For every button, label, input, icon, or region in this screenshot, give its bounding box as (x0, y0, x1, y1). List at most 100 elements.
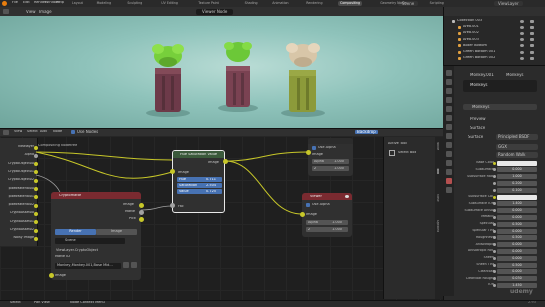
workspace-tab-uv-editing[interactable]: UV Editing (159, 1, 180, 6)
properties-tab-view-layer-icon[interactable] (446, 97, 452, 103)
hsv-out-socket[interactable] (223, 159, 228, 164)
output-socket[interactable] (34, 178, 38, 183)
hsv-in-fac-socket[interactable] (170, 203, 175, 208)
prop-field[interactable]: 0.000 (497, 269, 537, 275)
outliner-row[interactable]: Collection 003 (457, 19, 482, 23)
properties-tab-scene-icon[interactable] (446, 106, 452, 112)
properties-tab-texture-icon[interactable] (446, 187, 452, 193)
render-camera-icon[interactable] (530, 25, 534, 29)
workspace-tab-texture-paint[interactable]: Texture Paint (196, 1, 221, 6)
crypto-remove-eyedropper-icon[interactable] (131, 262, 137, 268)
outliner-row[interactable]: Area.001 (463, 25, 479, 29)
workspace-tab-modeling[interactable]: Modeling (95, 1, 114, 6)
prop-field[interactable]: 0.500 (497, 221, 537, 227)
menu-help[interactable]: Help (56, 1, 64, 5)
node-menu-node[interactable]: Node (53, 130, 62, 134)
sidebar-tab-node[interactable]: Node (436, 142, 439, 150)
viewer-eye-icon[interactable] (345, 195, 349, 198)
prop-field[interactable]: 0.000 (497, 228, 537, 234)
properties-tab-modifiers-icon[interactable] (446, 133, 452, 139)
render-camera-icon[interactable] (530, 56, 534, 60)
visibility-eye-icon[interactable] (520, 31, 524, 35)
outliner-row[interactable]: Area.003 (463, 38, 479, 42)
prop-field[interactable]: 0.000 (497, 248, 537, 254)
visibility-eye-icon[interactable] (520, 19, 524, 23)
workspace-tab-animation[interactable]: Animation (270, 1, 290, 6)
properties-tab-constraints-icon[interactable] (446, 160, 452, 166)
crypto-out-pick-socket[interactable] (139, 217, 144, 222)
sidebar-tab-options[interactable]: Options (436, 220, 439, 232)
outliner-row[interactable]: Boxer Bottom (463, 44, 487, 48)
prop-socket-dot[interactable] (493, 263, 496, 267)
properties-tab-material-icon[interactable] (446, 178, 452, 184)
prop-field[interactable] (497, 160, 537, 166)
node-menu-select[interactable]: Select (27, 130, 38, 134)
composite-header[interactable] (308, 138, 353, 144)
viewer-in-image-socket[interactable] (300, 212, 305, 217)
active-tool-item[interactable]: Select Box (398, 151, 416, 155)
output-socket[interactable] (34, 211, 38, 216)
prop-socket-dot[interactable] (493, 249, 496, 253)
properties-tab-output-icon[interactable] (446, 88, 452, 94)
properties-tab-object-icon[interactable] (446, 124, 452, 130)
prop-socket-dot[interactable] (493, 256, 496, 260)
properties-tab-physics-icon[interactable] (446, 151, 452, 157)
output-socket[interactable] (34, 228, 38, 233)
workspace-tab-scripting[interactable]: Scripting (428, 1, 446, 6)
workspace-tab-sculpting[interactable]: Sculpting (125, 1, 144, 6)
prop-socket-dot[interactable] (493, 195, 496, 199)
cryptomatte-node[interactable]: Cryptomatte Image Matte Pick Render Imag… (51, 192, 141, 280)
properties-tab-tool-icon[interactable] (446, 70, 452, 76)
crypto-matte-id-field[interactable]: Monkey,Monkey.001,Base Mid... (55, 263, 121, 269)
hsv-node[interactable]: Hue Saturation Value Image Image Hue 0.7… (172, 150, 225, 213)
workspace-tab-layout[interactable]: Layout (70, 1, 85, 6)
crypto-in-image-socket[interactable] (49, 273, 54, 278)
prop-field[interactable]: 0.000 (497, 214, 537, 220)
properties-tab-render-icon[interactable] (446, 79, 452, 85)
crypto-out-matte-socket[interactable] (139, 210, 144, 215)
output-socket[interactable] (34, 236, 38, 241)
visibility-eye-icon[interactable] (520, 50, 524, 54)
render-camera-icon[interactable] (530, 38, 534, 42)
workspace-tab-shading[interactable]: Shading (243, 1, 260, 6)
prop-field[interactable]: 1.400 (497, 201, 537, 207)
node-menu-add[interactable]: Add (40, 130, 47, 134)
workspace-tab-rendering[interactable]: Rendering (304, 1, 324, 6)
prop-field[interactable]: 0.000 (497, 167, 537, 173)
viewer-use-alpha-checkbox[interactable] (306, 203, 310, 207)
menu-file[interactable]: File (12, 1, 18, 5)
composite-use-alpha-checkbox[interactable] (312, 146, 316, 150)
prop-field[interactable]: 0.000 (497, 255, 537, 261)
crypto-out-image-socket[interactable] (139, 203, 144, 208)
prop-socket-dot[interactable] (493, 215, 496, 219)
sidebar-tab-view[interactable]: View (436, 194, 439, 202)
prop-field[interactable]: 0.100 (497, 187, 537, 193)
node-menu-view[interactable]: View (14, 130, 22, 134)
workspace-tab-geometry-nodes[interactable]: Geometry Nodes (378, 1, 409, 6)
prop-socket-dot[interactable] (493, 229, 496, 233)
prop-field[interactable]: 1.450 (497, 282, 537, 288)
prop-field[interactable]: 0.200 (497, 180, 537, 186)
prop-field[interactable] (497, 194, 537, 200)
output-socket[interactable] (34, 153, 38, 158)
crypto-add-eyedropper-icon[interactable] (123, 262, 129, 268)
prop-field[interactable]: 0.000 (497, 242, 537, 248)
outliner-row[interactable]: Green Bottom 001 (463, 50, 495, 54)
prop-field[interactable]: 0.030 (497, 276, 537, 282)
select-box-icon[interactable] (389, 150, 395, 156)
properties-tab-data-icon[interactable] (446, 169, 452, 175)
render-camera-icon[interactable] (530, 31, 534, 35)
hsv-in-image-socket[interactable] (170, 169, 175, 174)
crypto-layer-field[interactable]: ViewLayer.CryptoObject (55, 248, 137, 254)
prop-socket-dot[interactable] (493, 161, 496, 165)
render-camera-icon[interactable] (530, 19, 534, 23)
prop-field[interactable]: 1.000 (497, 174, 537, 180)
prop-socket-dot[interactable] (493, 283, 496, 287)
prop-socket-dot[interactable] (493, 188, 496, 192)
sidebar-tab-tool[interactable]: Tool (436, 168, 439, 174)
output-socket[interactable] (34, 145, 38, 150)
viewer-node[interactable]: Viewer Use Alpha Image Alpha 1.000 Z 1.0… (302, 193, 352, 237)
output-socket[interactable] (34, 187, 38, 191)
composite-in-image-socket[interactable] (306, 150, 311, 155)
output-socket[interactable] (34, 203, 38, 208)
